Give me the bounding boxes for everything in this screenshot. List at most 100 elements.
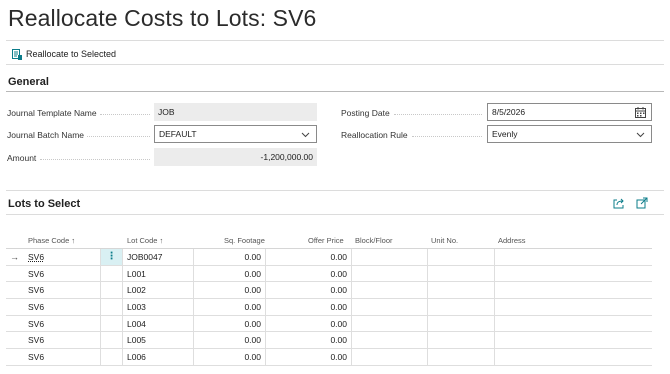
- table-row[interactable]: → SV6 ⋮ JOB0047 0.00 0.00: [6, 249, 652, 266]
- journal-batch-name-label: Journal Batch Name: [7, 130, 85, 140]
- expand-icon[interactable]: [636, 197, 648, 209]
- block-floor-cell[interactable]: [352, 349, 428, 365]
- address-cell[interactable]: [495, 349, 652, 365]
- reallocation-rule-select[interactable]: Evenly: [487, 125, 652, 143]
- row-selector[interactable]: [6, 299, 23, 315]
- unit-no-cell[interactable]: [428, 332, 495, 349]
- reallocation-rule-label: Reallocation Rule: [341, 130, 408, 140]
- lot-cell[interactable]: L003: [123, 299, 194, 315]
- lot-cell[interactable]: L002: [123, 282, 194, 299]
- action-divider: [6, 64, 664, 65]
- offer-price-cell[interactable]: 0.00: [266, 299, 352, 315]
- address-cell[interactable]: [495, 332, 652, 348]
- offer-price-cell[interactable]: 0.00: [266, 315, 352, 332]
- sq-footage-cell[interactable]: 0.00: [194, 332, 266, 349]
- phase-cell[interactable]: SV6: [23, 349, 101, 365]
- col-phase-code-label: Phase Code: [28, 236, 70, 245]
- unit-no-cell[interactable]: [428, 315, 495, 332]
- row-selector[interactable]: [6, 349, 23, 365]
- dots: [412, 136, 482, 137]
- table-row[interactable]: SV6 L003 0.00 0.00: [6, 299, 652, 316]
- phase-value: SV6: [28, 251, 45, 262]
- reallocate-label: Reallocate to Selected: [26, 49, 117, 59]
- offer-price-cell[interactable]: 0.00: [266, 265, 352, 282]
- address-cell[interactable]: [495, 316, 652, 332]
- block-floor-cell[interactable]: [352, 265, 428, 282]
- table-row[interactable]: SV6 L004 0.00 0.00: [6, 315, 652, 333]
- address-cell[interactable]: [495, 249, 652, 265]
- row-menu-button[interactable]: [101, 315, 123, 332]
- sq-footage-cell[interactable]: 0.00: [194, 249, 266, 265]
- general-section-title[interactable]: General: [8, 76, 49, 88]
- phase-cell[interactable]: SV6: [23, 282, 101, 299]
- block-floor-cell[interactable]: [352, 282, 428, 299]
- sq-footage-cell[interactable]: 0.00: [194, 265, 266, 282]
- lots-section-title[interactable]: Lots to Select: [8, 198, 80, 210]
- col-sq-footage[interactable]: Sq. Footage: [224, 236, 265, 245]
- journal-batch-name-select[interactable]: DEFAULT: [154, 125, 317, 143]
- row-menu-button[interactable]: [101, 332, 123, 349]
- calendar-icon[interactable]: [635, 107, 646, 118]
- lot-cell[interactable]: L001: [123, 265, 194, 282]
- phase-cell[interactable]: SV6: [23, 249, 101, 265]
- phase-cell[interactable]: SV6: [23, 299, 101, 315]
- unit-no-cell[interactable]: [428, 349, 495, 365]
- address-cell[interactable]: [495, 266, 652, 282]
- share-icon[interactable]: [613, 197, 625, 209]
- phase-cell[interactable]: SV6: [23, 315, 101, 332]
- col-block-floor[interactable]: Block/Floor: [355, 236, 393, 245]
- col-lot-code-label: Lot Code: [127, 236, 158, 245]
- lots-grid: → SV6 ⋮ JOB0047 0.00 0.00 SV6 L001 0.00 …: [6, 248, 652, 366]
- offer-price-cell[interactable]: 0.00: [266, 332, 352, 349]
- phase-cell[interactable]: SV6: [23, 332, 101, 349]
- block-floor-cell[interactable]: [352, 249, 428, 265]
- offer-price-cell[interactable]: 0.00: [266, 349, 352, 365]
- unit-no-cell[interactable]: [428, 249, 495, 265]
- unit-no-cell[interactable]: [428, 282, 495, 299]
- block-floor-cell[interactable]: [352, 315, 428, 332]
- col-unit-no[interactable]: Unit No.: [431, 236, 458, 245]
- unit-no-cell[interactable]: [428, 299, 495, 315]
- posting-date-value: 8/5/2026: [492, 107, 526, 117]
- kebab-icon: ⋮: [106, 250, 117, 262]
- dots: [100, 114, 150, 115]
- dots: [87, 136, 150, 137]
- table-row[interactable]: SV6 L005 0.00 0.00: [6, 332, 652, 350]
- row-selector[interactable]: [6, 282, 23, 298]
- lot-cell[interactable]: L004: [123, 315, 194, 332]
- sq-footage-cell[interactable]: 0.00: [194, 282, 266, 299]
- table-row[interactable]: SV6 L006 0.00 0.00: [6, 349, 652, 366]
- unit-no-cell[interactable]: [428, 265, 495, 282]
- phase-cell[interactable]: SV6: [23, 265, 101, 282]
- row-menu-button[interactable]: [101, 349, 123, 365]
- reallocate-to-selected-button[interactable]: Reallocate to Selected: [12, 46, 116, 62]
- sq-footage-cell[interactable]: 0.00: [194, 349, 266, 365]
- row-selector[interactable]: [6, 266, 23, 282]
- row-menu-button[interactable]: [101, 282, 123, 299]
- col-address[interactable]: Address: [498, 236, 526, 245]
- block-floor-cell[interactable]: [352, 299, 428, 315]
- chevron-down-icon: [636, 132, 645, 138]
- dots: [394, 114, 482, 115]
- table-row[interactable]: SV6 L002 0.00 0.00: [6, 282, 652, 300]
- row-menu-button[interactable]: [101, 299, 123, 315]
- sq-footage-cell[interactable]: 0.00: [194, 299, 266, 315]
- col-phase-code[interactable]: Phase Code ↑: [28, 236, 75, 245]
- lot-cell[interactable]: JOB0047: [123, 249, 194, 265]
- row-selector[interactable]: [6, 316, 23, 332]
- lot-cell[interactable]: L006: [123, 349, 194, 365]
- row-menu-button[interactable]: ⋮: [101, 249, 123, 265]
- address-cell[interactable]: [495, 299, 652, 315]
- col-lot-code[interactable]: Lot Code ↑: [127, 236, 163, 245]
- row-selector[interactable]: [6, 332, 23, 348]
- offer-price-cell[interactable]: 0.00: [266, 249, 352, 265]
- block-floor-cell[interactable]: [352, 332, 428, 349]
- lot-cell[interactable]: L005: [123, 332, 194, 349]
- sq-footage-cell[interactable]: 0.00: [194, 315, 266, 332]
- offer-price-cell[interactable]: 0.00: [266, 282, 352, 299]
- row-menu-button[interactable]: [101, 265, 123, 282]
- table-row[interactable]: SV6 L001 0.00 0.00: [6, 265, 652, 283]
- address-cell[interactable]: [495, 282, 652, 298]
- col-offer-price[interactable]: Offer Price: [308, 236, 344, 245]
- posting-date-input[interactable]: 8/5/2026: [487, 103, 652, 121]
